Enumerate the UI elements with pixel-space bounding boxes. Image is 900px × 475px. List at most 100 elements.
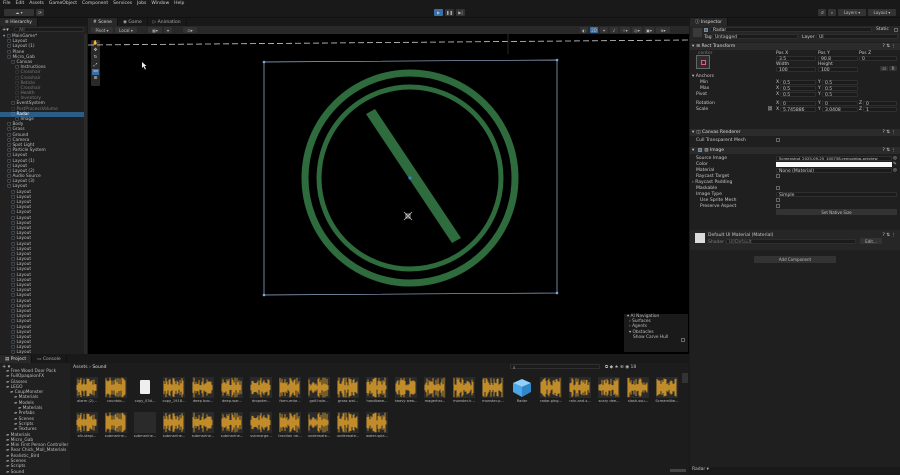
rect-handle[interactable] [262, 60, 266, 64]
grid-snap-button[interactable]: ▦▾ [148, 27, 162, 33]
show-carve-hull-item[interactable]: Show Carve Hull [624, 335, 688, 342]
layers-dropdown[interactable]: Layers ▾ [838, 9, 866, 16]
rotation-x-field[interactable]: 0 [780, 101, 816, 107]
rect-handle[interactable] [555, 291, 559, 295]
shader-dropdown[interactable]: UI/Default [726, 239, 856, 245]
search-button[interactable]: ⌕ [828, 9, 836, 16]
asset-item[interactable]: scary dee... [598, 377, 620, 407]
menu-item-file[interactable]: File [3, 1, 11, 6]
hierarchy-search-input[interactable]: All [14, 27, 84, 33]
asset-item[interactable]: submarine... [163, 412, 185, 442]
breadcrumb-sound[interactable]: Sound [92, 365, 106, 370]
asset-item[interactable]: monster-p... [482, 377, 504, 407]
static-checkbox[interactable] [894, 28, 898, 32]
component-menu-icon[interactable]: ? ⇅ ⋮ [882, 130, 896, 135]
pivot-x-field[interactable]: 0.5 [780, 92, 816, 98]
width-field[interactable]: 100 [776, 67, 816, 73]
image-enabled-checkbox[interactable] [698, 148, 702, 152]
scene-canvas[interactable] [88, 34, 689, 354]
color-swatch[interactable] [776, 162, 892, 167]
project-folder[interactable]: ▰ Sound [0, 470, 70, 475]
snap-increment[interactable]: ▾ [164, 27, 172, 33]
asset-item[interactable]: monster-h... [453, 377, 475, 407]
raycast-padding-foldout[interactable]: › Raycast Padding [692, 180, 732, 185]
collab-button[interactable]: ⟳ [36, 9, 44, 16]
camera-settings-button[interactable]: ▣▾ [644, 27, 654, 33]
asset-item[interactable]: sfx-stepl... [76, 412, 98, 442]
tab-hierarchy[interactable]: ≡ Hierarchy [0, 18, 38, 26]
asset-item[interactable]: water-spla... [366, 412, 388, 442]
asset-item[interactable]: grass wal... [337, 377, 359, 407]
hidden-objects-toggle[interactable]: ◎▾ [632, 27, 642, 33]
tab-console[interactable]: ▭ Console [32, 355, 67, 363]
asset-item[interactable]: farm-ente... [279, 377, 301, 407]
show-carve-hull-checkbox[interactable] [681, 338, 685, 342]
menu-item-assets[interactable]: Assets [29, 1, 44, 6]
height-field[interactable]: 100 [818, 67, 858, 73]
anchors-foldout[interactable]: ▾ Anchors [692, 74, 714, 79]
layer-dropdown[interactable]: UI [816, 34, 898, 40]
menu-item-window[interactable]: Window [151, 1, 169, 6]
tab-animation[interactable]: ▷ Animation [148, 18, 187, 26]
add-component-button[interactable]: Add Component [754, 256, 836, 263]
asset-item[interactable]: traction rai... [278, 412, 302, 442]
play-button[interactable]: ▶ [434, 9, 443, 16]
max-x-field[interactable]: 0.5 [780, 86, 816, 92]
component-menu-icon[interactable]: ? ⇅ ⋮ [882, 148, 896, 153]
scale-x-field[interactable]: 5.745886 [780, 107, 816, 113]
asset-item[interactable]: deep-war... [221, 377, 243, 407]
material-field[interactable]: None (Material) [776, 168, 892, 174]
rect-handle[interactable] [262, 293, 266, 297]
account-button[interactable]: ☁ ▾ [4, 9, 34, 16]
icon-size-slider[interactable] [670, 469, 686, 472]
draw-mode-button[interactable]: ◐ [580, 27, 588, 33]
step-button[interactable]: ▶| [456, 9, 465, 16]
rotation-z-field[interactable]: 0 [863, 101, 897, 107]
effects-toggle[interactable]: ✧▾ [620, 27, 630, 33]
scale-y-field[interactable]: 3.0408 [822, 107, 858, 113]
layout-dropdown[interactable]: Layout ▾ [868, 9, 896, 16]
eyedropper-icon[interactable]: ✎ [893, 162, 897, 167]
component-menu-icon[interactable]: ? ⇅ ⋮ [882, 44, 896, 49]
cull-transparent-checkbox[interactable] [776, 138, 780, 142]
object-picker-icon[interactable]: ◎ [893, 156, 897, 161]
2d-toggle[interactable]: 2D [590, 27, 598, 33]
asset-item[interactable]: countdo... [105, 377, 127, 407]
rect-handle[interactable] [555, 58, 559, 62]
asset-item[interactable]: golf-hole... [308, 377, 330, 407]
menu-item-edit[interactable]: Edit [16, 1, 25, 6]
rect-transform-header[interactable]: ▾ ⊞ Rect Transform ? ⇅ ⋮ [690, 43, 900, 50]
menu-item-services[interactable]: Services [113, 1, 132, 6]
tag-dropdown[interactable]: Untagged [712, 34, 798, 40]
menu-item-component[interactable]: Component [82, 1, 108, 6]
pivot-y-field[interactable]: 0.5 [822, 92, 858, 98]
asset-item[interactable]: submarine... [192, 412, 214, 442]
pause-button[interactable]: ❚❚ [445, 9, 454, 16]
preserve-aspect-checkbox[interactable] [776, 204, 780, 208]
tab-scene[interactable]: # Scene [88, 18, 118, 26]
use-sprite-mesh-checkbox[interactable] [776, 198, 780, 202]
breadcrumb-assets[interactable]: Assets [73, 365, 88, 370]
history-button[interactable]: ↺ [818, 9, 826, 16]
asset-item[interactable]: handbase... [366, 377, 388, 407]
pos-z-field[interactable]: 0 [859, 56, 897, 62]
hierarchy-scrollbar[interactable] [84, 34, 87, 354]
maskable-checkbox[interactable] [776, 186, 780, 190]
project-search-input[interactable]: ⌕ [510, 364, 600, 371]
hierarchy-row[interactable]: ▢ Layout [0, 350, 84, 354]
asset-item[interactable]: Radar [511, 377, 533, 407]
shader-edit-button[interactable]: Edit... [860, 238, 882, 244]
local-dropdown[interactable]: Local ▾ [115, 27, 137, 33]
max-y-field[interactable]: 0.5 [822, 86, 858, 92]
pos-y-field[interactable]: 90.8 [818, 56, 858, 62]
min-y-field[interactable]: 0.5 [822, 80, 858, 86]
menu-item-help[interactable]: Help [174, 1, 184, 6]
pos-x-field[interactable]: 3.5 [776, 56, 816, 62]
set-native-size-button[interactable]: Set Native Size [776, 209, 897, 215]
scale-lock-icon[interactable]: ⛓ [767, 107, 773, 112]
image-type-dropdown[interactable]: Simple [776, 192, 897, 198]
image-component-header[interactable]: ▾ ▨ Image ? ⇅ ⋮ [690, 147, 900, 154]
asset-item[interactable]: magerhar... [424, 377, 446, 407]
asset-item[interactable]: deep boo... [192, 377, 214, 407]
source-image-field[interactable]: Screenshot_2025-09-25_100738-removebg-pr… [776, 156, 892, 161]
